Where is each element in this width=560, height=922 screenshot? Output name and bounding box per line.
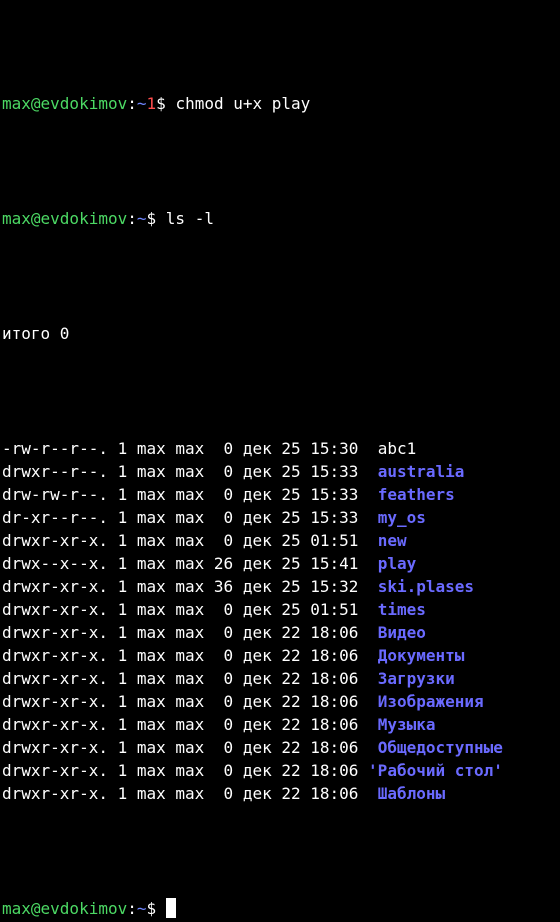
prompt-separator: : [127, 899, 137, 918]
ls-row-meta: drwxr-xr-x. 1 max max 0 дек 25 01:51 [2, 600, 369, 619]
prompt-user-host: max@evdokimov [2, 899, 128, 918]
ls-entry-name: australia [377, 462, 465, 481]
prompt-exit-code: 1 [146, 94, 157, 113]
prompt-line-final[interactable]: max@evdokimov:~$ [2, 897, 560, 920]
ls-row-meta: drwxr-xr-x. 1 max max 0 дек 22 18:06 [2, 646, 369, 665]
ls-row: dr-xr--r--. 1 max max 0 дек 25 15:33 my_… [2, 506, 560, 529]
ls-row: -rw-r--r--. 1 max max 0 дек 25 15:30 abc… [2, 437, 560, 460]
ls-row-meta: drwxr-xr-x. 1 max max 0 дек 22 18:06 [2, 692, 369, 711]
ls-row-meta: drwxr-xr-x. 1 max max 36 дек 25 15:32 [2, 577, 369, 596]
ls-row: drwxr-xr-x. 1 max max 0 дек 25 01:51 tim… [2, 598, 560, 621]
terminal-cursor [165, 898, 176, 918]
ls-row: drwx--x--x. 1 max max 26 дек 25 15:41 pl… [2, 552, 560, 575]
prompt-symbol: $ [146, 209, 157, 228]
prompt-user-host: max@evdokimov [2, 209, 128, 228]
command-text-2: ls -l [165, 209, 214, 228]
ls-entry-name: ski.plases [377, 577, 475, 596]
ls-entry-name: Видео [377, 623, 426, 642]
prompt-symbol: $ [146, 899, 157, 918]
prompt-symbol: $ [156, 94, 166, 113]
ls-row-meta: dr-xr--r--. 1 max max 0 дек 25 15:33 [2, 508, 369, 527]
ls-row-meta: drwxr-xr-x. 1 max max 0 дек 25 01:51 [2, 531, 369, 550]
ls-row: drwxr-xr-x. 1 max max 36 дек 25 15:32 sk… [2, 575, 560, 598]
ls-row-meta: drwxr-xr-x. 1 max max 0 дек 22 18:06 [2, 738, 369, 757]
ls-listing: -rw-r--r--. 1 max max 0 дек 25 15:30 abc… [2, 437, 560, 805]
prompt-user-host: max@evdokimov [2, 94, 128, 113]
ls-row: drwxr-xr-x. 1 max max 0 дек 22 18:06 Общ… [2, 736, 560, 759]
prompt-path: ~ [136, 899, 147, 918]
ls-entry-name: my_os [377, 508, 426, 527]
ls-entry-name: Музыка [377, 715, 436, 734]
prompt-path: ~ [136, 94, 147, 113]
ls-row: drwxr-xr-x. 1 max max 0 дек 22 18:06 'Ра… [2, 759, 560, 782]
prompt-path: ~ [136, 209, 147, 228]
ls-row: drwxr--r--. 1 max max 0 дек 25 15:33 aus… [2, 460, 560, 483]
ls-row: drwxr-xr-x. 1 max max 0 дек 22 18:06 Изо… [2, 690, 560, 713]
ls-row: drw-rw-r--. 1 max max 0 дек 25 15:33 fea… [2, 483, 560, 506]
ls-entry-name: abc1 [377, 439, 417, 458]
ls-entry-name: Документы [377, 646, 465, 665]
ls-row-meta: drwxr-xr-x. 1 max max 0 дек 22 18:06 [2, 761, 369, 780]
ls-entry-name: Общедоступные [377, 738, 503, 757]
ls-row: drwxr-xr-x. 1 max max 0 дек 22 18:06 Вид… [2, 621, 560, 644]
ls-row: drwxr-xr-x. 1 max max 0 дек 25 01:51 new [2, 529, 560, 552]
prompt-line-1: max@evdokimov:~1$ chmod u+x play [2, 92, 560, 115]
ls-row-meta: -rw-r--r--. 1 max max 0 дек 25 15:30 [2, 439, 369, 458]
ls-row-meta: drw-rw-r--. 1 max max 0 дек 25 15:33 [2, 485, 369, 504]
ls-row-meta: drwxr--r--. 1 max max 0 дек 25 15:33 [2, 462, 369, 481]
ls-row-meta: drwx--x--x. 1 max max 26 дек 25 15:41 [2, 554, 369, 573]
ls-row: drwxr-xr-x. 1 max max 0 дек 22 18:06 Заг… [2, 667, 560, 690]
ls-entry-name: new [377, 531, 407, 550]
ls-entry-name: Загрузки [377, 669, 455, 688]
ls-entry-name: 'Рабочий стол' [368, 761, 503, 780]
ls-total-line: итого 0 [2, 324, 70, 343]
ls-row-meta: drwxr-xr-x. 1 max max 0 дек 22 18:06 [2, 715, 369, 734]
ls-entry-name: Изображения [377, 692, 484, 711]
ls-entry-name: Шаблоны [377, 784, 446, 803]
prompt-separator: : [127, 94, 137, 113]
ls-entry-name: times [377, 600, 426, 619]
prompt-separator: : [127, 209, 137, 228]
command-text-1: chmod u+x play [175, 94, 311, 113]
ls-row-meta: drwxr-xr-x. 1 max max 0 дек 22 18:06 [2, 623, 369, 642]
ls-row: drwxr-xr-x. 1 max max 0 дек 22 18:06 Шаб… [2, 782, 560, 805]
ls-row-meta: drwxr-xr-x. 1 max max 0 дек 22 18:06 [2, 784, 369, 803]
ls-row: drwxr-xr-x. 1 max max 0 дек 22 18:06 Док… [2, 644, 560, 667]
prompt-line-2: max@evdokimov:~$ ls -l [2, 207, 560, 230]
ls-entry-name: play [377, 554, 417, 573]
ls-row: drwxr-xr-x. 1 max max 0 дек 22 18:06 Муз… [2, 713, 560, 736]
terminal-window[interactable]: max@evdokimov:~1$ chmod u+x play max@evd… [0, 0, 560, 918]
ls-entry-name: feathers [377, 485, 455, 504]
ls-row-meta: drwxr-xr-x. 1 max max 0 дек 22 18:06 [2, 669, 369, 688]
